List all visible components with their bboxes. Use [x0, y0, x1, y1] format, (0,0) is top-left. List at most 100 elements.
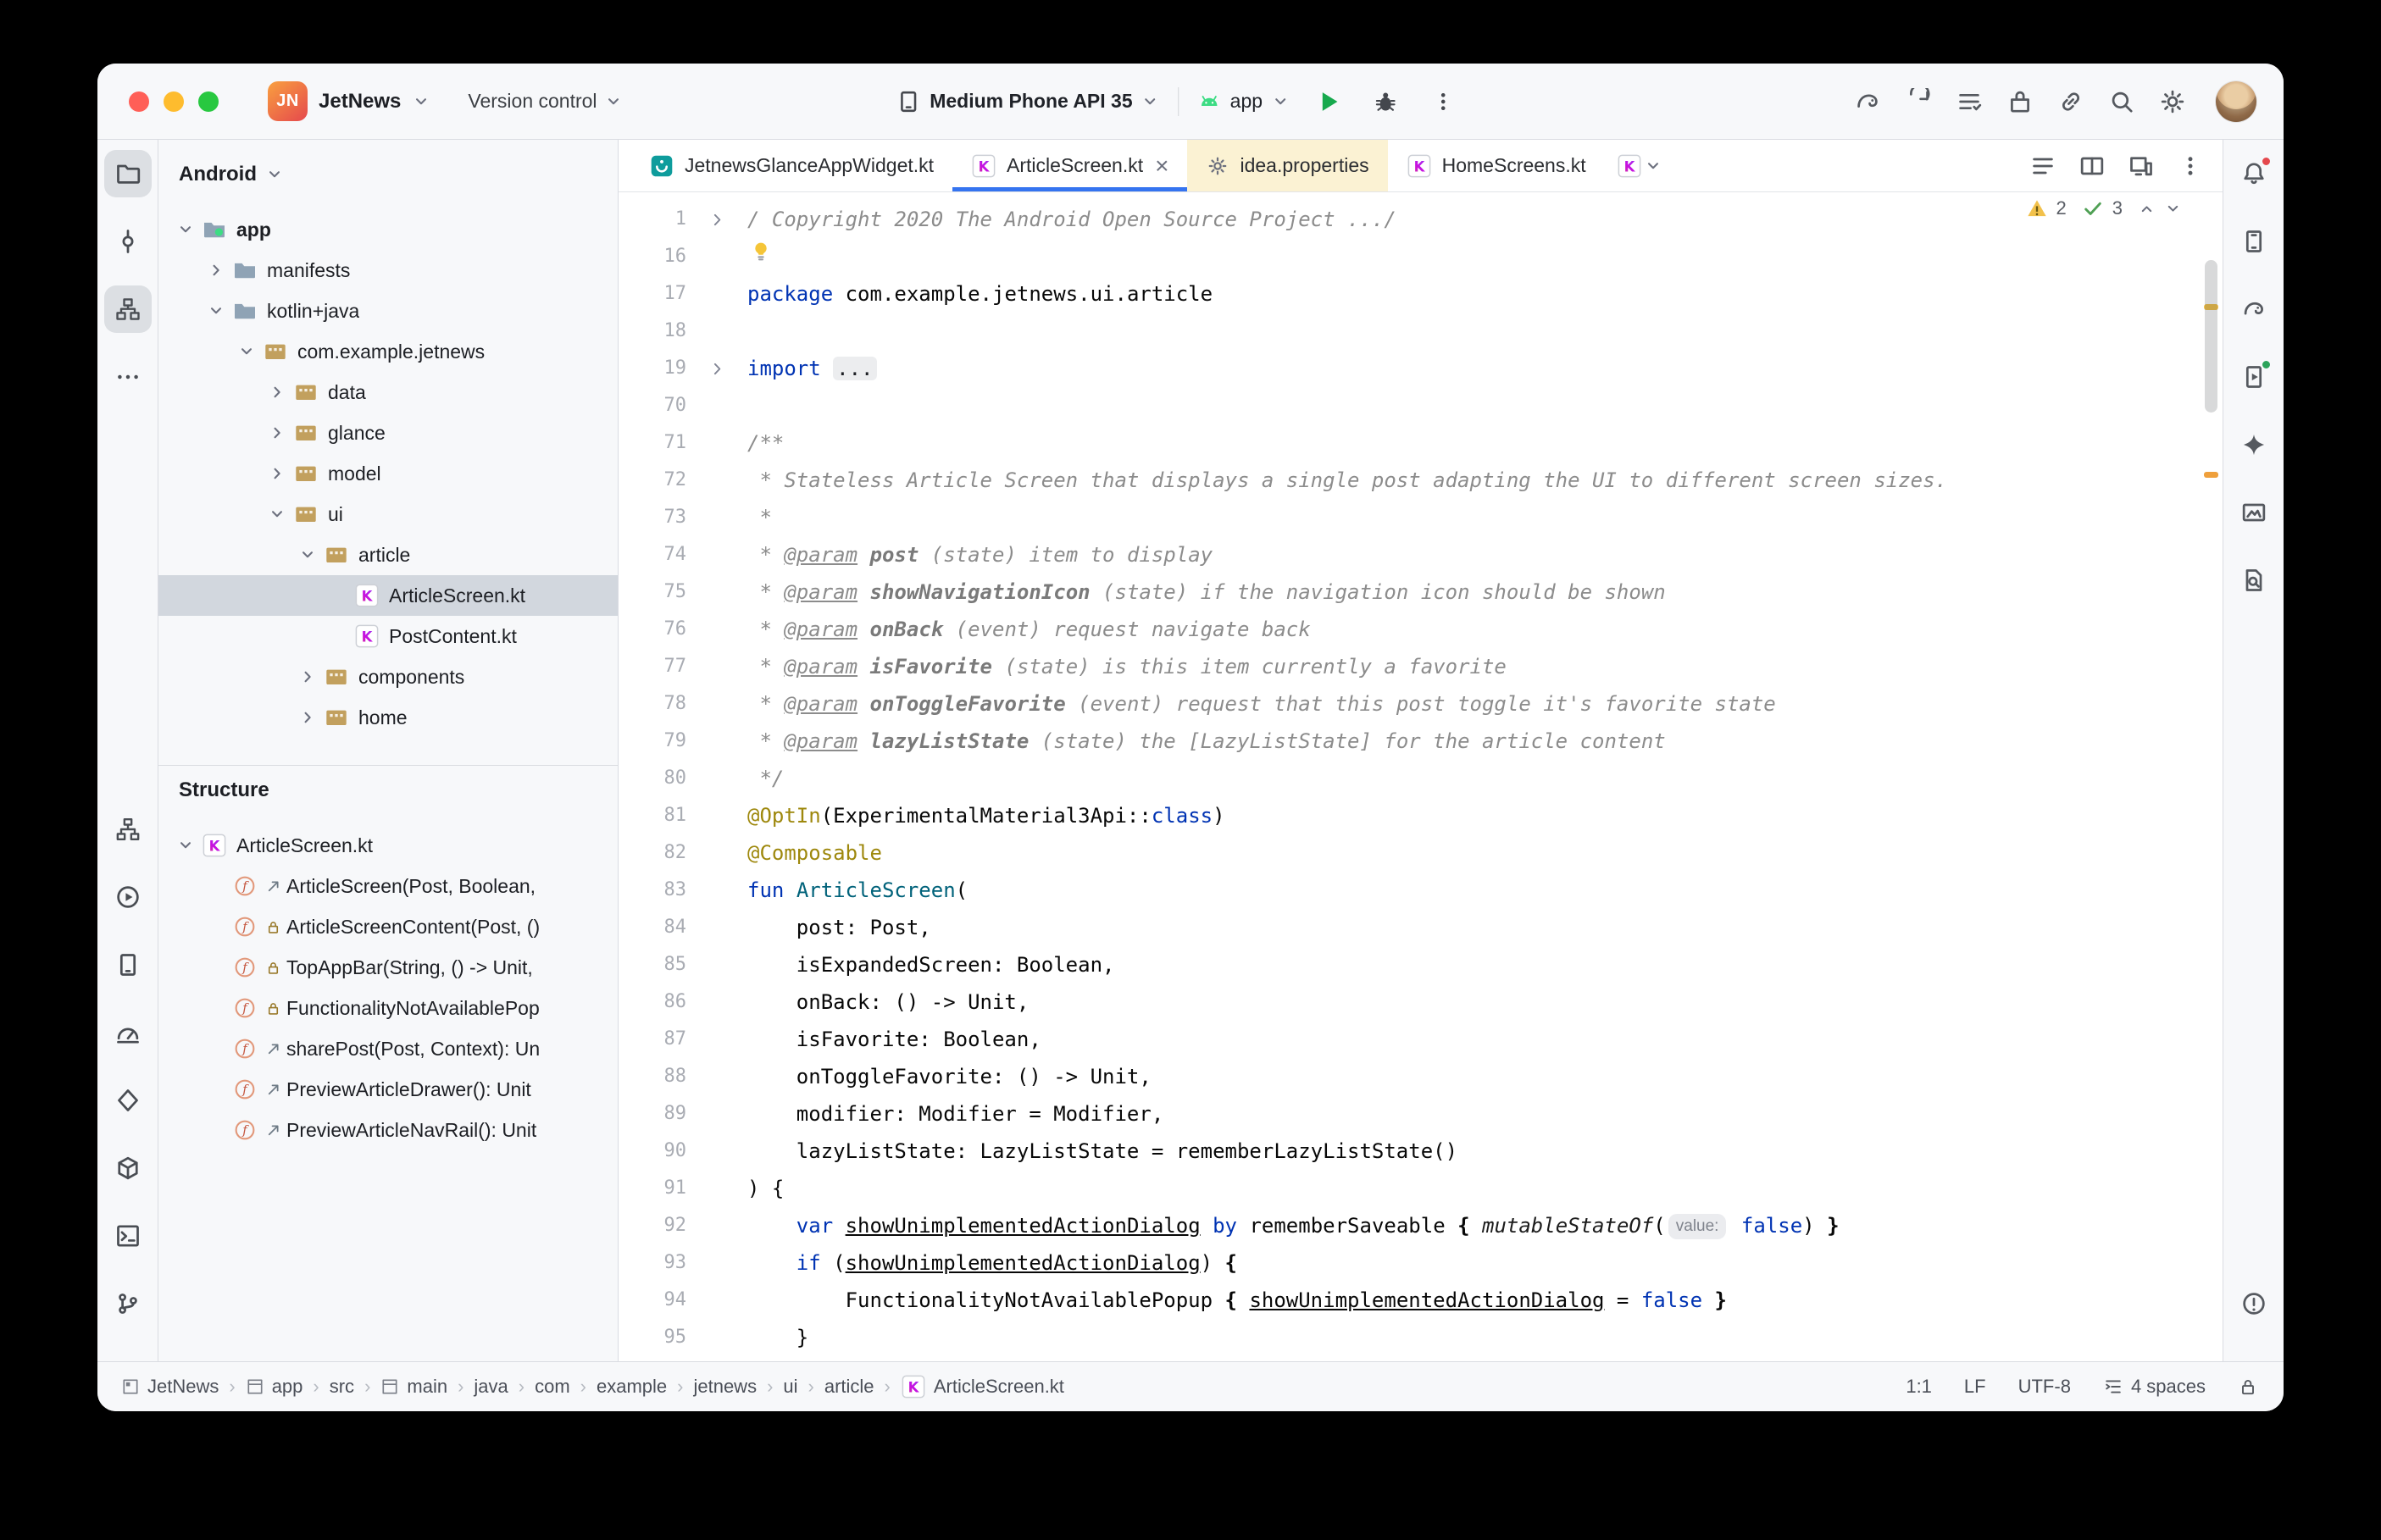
chevron-right-icon[interactable]: [201, 250, 231, 291]
chevron-down-icon[interactable]: [262, 494, 292, 535]
tool-window-button-app-quality-insights[interactable]: [104, 1077, 152, 1124]
tab-idea-properties[interactable]: idea.properties: [1187, 140, 1387, 191]
project-widget[interactable]: JN JetNews: [268, 81, 430, 121]
project-item-article[interactable]: article: [158, 535, 618, 575]
breadcrumb-main[interactable]: main: [380, 1376, 447, 1398]
more-vertical-icon[interactable]: [2177, 152, 2204, 180]
code-editor[interactable]: 1/ Copyright 2020 The Android Open Sourc…: [619, 192, 2223, 1361]
breadcrumb-java[interactable]: java: [474, 1376, 508, 1398]
structure-item-articlescreen-kt[interactable]: KArticleScreen.kt: [158, 825, 618, 866]
project-item-data[interactable]: data: [158, 372, 618, 413]
run-button[interactable]: [1308, 82, 1347, 121]
tab-home-screens[interactable]: KHomeScreens.kt: [1388, 140, 1605, 191]
breadcrumb-articlescreen-kt[interactable]: KArticleScreen.kt: [901, 1374, 1064, 1399]
tool-window-button-structure[interactable]: [104, 285, 152, 333]
fold-arrow-icon[interactable]: [686, 350, 747, 387]
tool-window-button-app-inspection[interactable]: [2230, 557, 2278, 604]
chevron-right-icon[interactable]: [292, 697, 323, 738]
caret-position[interactable]: 1:1: [1906, 1376, 1932, 1398]
chevron-down-icon[interactable]: [231, 331, 262, 372]
breadcrumb-jetnews[interactable]: jetnews: [693, 1376, 757, 1398]
project-item-articlescreen-kt[interactable]: KArticleScreen.kt: [158, 575, 618, 616]
close-tab-icon[interactable]: ×: [1155, 154, 1168, 178]
vcs-menu[interactable]: Version control: [468, 90, 622, 113]
project-item-com-example-jetnews[interactable]: com.example.jetnews: [158, 331, 618, 372]
tool-window-button-gemini[interactable]: [2230, 421, 2278, 468]
chevron-right-icon[interactable]: [262, 372, 292, 413]
breadcrumb-ui[interactable]: ui: [783, 1376, 797, 1398]
tool-window-button-problems[interactable]: [2230, 1280, 2278, 1327]
gradle-sync-button[interactable]: [1848, 82, 1887, 121]
tool-window-button-build[interactable]: [104, 1144, 152, 1192]
project-item-model[interactable]: model: [158, 453, 618, 494]
structure-item-sharepost-post-context-un[interactable]: fsharePost(Post, Context): Un: [158, 1028, 618, 1069]
project-item-app[interactable]: app: [158, 209, 618, 250]
tab-jetnews-glance-app-widget[interactable]: JetnewsGlanceAppWidget.kt: [630, 140, 952, 191]
debug-button[interactable]: [1366, 82, 1405, 121]
file-encoding[interactable]: UTF-8: [2018, 1376, 2071, 1398]
line-separator[interactable]: LF: [1964, 1376, 1986, 1398]
minimize-window-button[interactable]: [164, 91, 184, 112]
breadcrumb-article[interactable]: article: [824, 1376, 874, 1398]
tool-window-button-project[interactable]: [104, 150, 152, 197]
tool-window-button-more-tool-windows[interactable]: [104, 353, 152, 401]
structure-item-topappbar-string-unit[interactable]: fTopAppBar(String, () -> Unit,: [158, 947, 618, 988]
inspect-button[interactable]: [1899, 82, 1938, 121]
tool-window-button-running-devices[interactable]: [2230, 353, 2278, 401]
link-button[interactable]: [2051, 82, 2090, 121]
readonly-toggle[interactable]: [2238, 1377, 2258, 1397]
chevron-down-icon[interactable]: [170, 209, 201, 250]
next-problem-icon[interactable]: [2164, 200, 2182, 218]
tool-window-button-logcat[interactable]: [104, 941, 152, 989]
fold-arrow-icon[interactable]: [686, 201, 747, 238]
chevron-down-icon[interactable]: [201, 291, 231, 331]
project-item-components[interactable]: components: [158, 656, 618, 697]
chevron-down-icon[interactable]: [170, 825, 201, 866]
tool-window-button-profiler[interactable]: [104, 1009, 152, 1056]
structure-item-functionalitynotavailablepop[interactable]: fFunctionalityNotAvailablePop: [158, 988, 618, 1028]
hidden-tabs-dropdown[interactable]: K: [1605, 140, 1674, 191]
tab-article-screen[interactable]: KArticleScreen.kt×: [952, 140, 1187, 191]
chevron-right-icon[interactable]: [262, 413, 292, 453]
settings-button[interactable]: [2153, 82, 2192, 121]
structure-item-previewarticledrawer-unit[interactable]: fPreviewArticleDrawer(): Unit: [158, 1069, 618, 1110]
run-config-selector[interactable]: app: [1198, 90, 1290, 114]
inspections-widget[interactable]: 2 3: [2026, 197, 2183, 219]
structure-item-previewarticlenavrail-unit[interactable]: fPreviewArticleNavRail(): Unit: [158, 1110, 618, 1150]
search-button[interactable]: [2102, 82, 2141, 121]
breadcrumb-jetnews[interactable]: JetNews: [121, 1376, 219, 1398]
tool-window-button-terminal[interactable]: [104, 1212, 152, 1260]
project-view-selector[interactable]: Android: [158, 140, 618, 209]
more-run-actions-button[interactable]: [1424, 82, 1462, 121]
error-stripe[interactable]: [2199, 192, 2223, 1361]
warning-stripe-mark[interactable]: [2204, 472, 2218, 478]
tabs-list-icon[interactable]: [2029, 152, 2056, 180]
project-item-ui[interactable]: ui: [158, 494, 618, 535]
project-item-manifests[interactable]: manifests: [158, 250, 618, 291]
tool-window-button-resource-manager[interactable]: [2230, 489, 2278, 536]
tool-window-button-commit[interactable]: [104, 218, 152, 265]
user-avatar[interactable]: [2216, 81, 2256, 122]
previous-problem-icon[interactable]: [2138, 200, 2156, 218]
structure-item-articlescreencontent-post[interactable]: fArticleScreenContent(Post, (): [158, 906, 618, 947]
device-selector[interactable]: Medium Phone API 35: [896, 89, 1159, 114]
task-list-button[interactable]: [1950, 82, 1989, 121]
tool-window-button-device-manager[interactable]: [2230, 218, 2278, 265]
tool-window-button-version-control[interactable]: [104, 1280, 152, 1327]
chevron-down-icon[interactable]: [292, 535, 323, 575]
project-item-home[interactable]: home: [158, 697, 618, 738]
tool-window-button-gradle[interactable]: [2230, 285, 2278, 333]
chevron-right-icon[interactable]: [292, 656, 323, 697]
breadcrumb-example[interactable]: example: [597, 1376, 667, 1398]
project-item-glance[interactable]: glance: [158, 413, 618, 453]
indentation[interactable]: 4 spaces: [2103, 1376, 2206, 1398]
project-item-kotlin-java[interactable]: kotlin+java: [158, 291, 618, 331]
tool-window-button-notifications[interactable]: [2230, 150, 2278, 197]
breadcrumb-com[interactable]: com: [535, 1376, 570, 1398]
project-item-postcontent-kt[interactable]: KPostContent.kt: [158, 616, 618, 656]
zoom-window-button[interactable]: [198, 91, 219, 112]
tool-window-button-build-variants[interactable]: [104, 806, 152, 853]
breadcrumb-src[interactable]: src: [330, 1376, 354, 1398]
plugins-button[interactable]: [2001, 82, 2040, 121]
structure-item-articlescreen-post-boolean[interactable]: fArticleScreen(Post, Boolean,: [158, 866, 618, 906]
